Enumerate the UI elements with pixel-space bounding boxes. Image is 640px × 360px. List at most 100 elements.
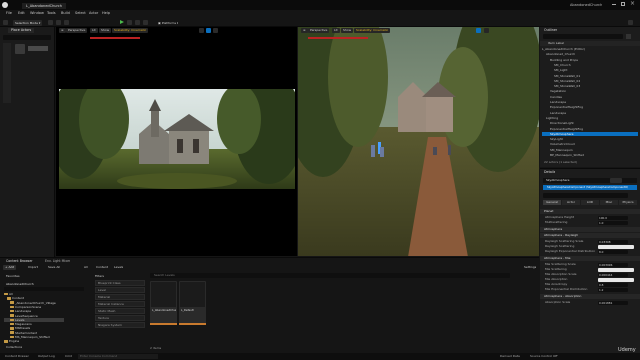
outliner-row[interactable]: Vegetation bbox=[542, 89, 638, 94]
content-drawer-button[interactable]: Content Drawer bbox=[5, 354, 29, 359]
outliner-row[interactable]: SM_Mannequin bbox=[542, 148, 638, 153]
details-tab[interactable]: General bbox=[543, 200, 561, 205]
property-value-field[interactable]: 1.0 bbox=[598, 220, 628, 225]
outliner-row[interactable]: SM_StoneWall_02 bbox=[542, 79, 638, 84]
place-actors-search[interactable] bbox=[3, 35, 51, 40]
content-browser-tab[interactable]: Content Browser bbox=[6, 259, 33, 264]
left-translate-icon[interactable] bbox=[199, 28, 204, 33]
right-viewport-menu-icon[interactable]: ≡ bbox=[301, 28, 308, 33]
outliner-row[interactable]: VolumetricCloud bbox=[542, 142, 638, 147]
details-search[interactable] bbox=[543, 193, 628, 198]
property-value-field[interactable]: 0.03308 bbox=[598, 239, 628, 244]
place-actors-title[interactable]: Place Actors bbox=[8, 28, 35, 33]
output-log-button[interactable]: Output Log bbox=[38, 354, 55, 359]
right-show-button[interactable]: Show bbox=[341, 28, 354, 33]
property-value-field[interactable]: 1.2 bbox=[598, 287, 628, 292]
right-rotate-icon[interactable] bbox=[476, 28, 481, 33]
outliner-row[interactable]: SkyAtmosphere bbox=[542, 131, 638, 137]
asset-search[interactable]: Search Levels bbox=[150, 273, 510, 278]
outliner-row[interactable]: Landscape bbox=[542, 111, 638, 116]
property-value-field[interactable] bbox=[598, 244, 634, 249]
details-tab[interactable]: Misc bbox=[600, 200, 618, 205]
outliner-row[interactable]: Lighting bbox=[542, 116, 638, 121]
import-button[interactable]: Import bbox=[28, 265, 38, 270]
env-light-mixer-tab[interactable]: Env. Light Mixer bbox=[45, 259, 70, 264]
left-show-button[interactable]: Show bbox=[99, 28, 112, 33]
outliner-title[interactable]: Outliner bbox=[544, 28, 557, 33]
save-icon[interactable] bbox=[3, 20, 8, 25]
outliner-row[interactable]: Building and Props bbox=[542, 58, 638, 63]
details-tab[interactable]: Actor bbox=[562, 200, 580, 205]
outliner-search[interactable] bbox=[543, 34, 623, 39]
outliner-row[interactable]: L_AbandonedChurch (Editor) bbox=[542, 47, 638, 52]
details-component-row[interactable]: SkyAtmosphereComponent (SkyAtmosphereCom… bbox=[543, 185, 637, 190]
path-all[interactable]: All bbox=[84, 265, 88, 270]
actor-item-highlight[interactable] bbox=[28, 46, 48, 51]
filter-item[interactable]: Niagara System bbox=[95, 322, 145, 328]
viewport-right[interactable]: ≡ Perspective Lit Show Scalability: Cine… bbox=[298, 27, 539, 256]
close-icon[interactable]: × bbox=[630, 0, 635, 7]
step-icon[interactable] bbox=[127, 20, 132, 25]
filter-item[interactable]: Texture bbox=[95, 315, 145, 321]
viewport-menu-icon[interactable]: ≡ bbox=[59, 28, 66, 33]
outliner-filter-icon[interactable] bbox=[626, 34, 631, 39]
left-rotate-icon[interactable] bbox=[206, 28, 211, 33]
derived-data-button[interactable]: Derived Data bbox=[500, 354, 520, 359]
left-lit-button[interactable]: Lit bbox=[90, 28, 98, 33]
right-lit-button[interactable]: Lit bbox=[332, 28, 340, 33]
asset-tile[interactable]: L_AbandonedChurch bbox=[150, 281, 177, 325]
menu-edit[interactable]: Edit bbox=[18, 11, 25, 15]
console-input[interactable]: Enter Console Command bbox=[78, 354, 158, 359]
blueprint-icon[interactable] bbox=[56, 20, 61, 25]
filter-item[interactable]: Static Mesh bbox=[95, 308, 145, 314]
details-section-header[interactable]: Atmosphere - Rayleigh bbox=[540, 233, 640, 238]
unreal-logo-icon[interactable] bbox=[2, 2, 8, 8]
outliner-row[interactable]: Candles bbox=[542, 95, 638, 100]
left-perspective-button[interactable]: Perspective bbox=[66, 28, 88, 33]
outliner-column-header[interactable]: Item Label bbox=[540, 41, 640, 46]
favorites-header[interactable]: Favorites bbox=[6, 274, 20, 278]
maximize-icon[interactable] bbox=[621, 2, 625, 6]
filter-item[interactable]: Material Instance bbox=[95, 301, 145, 307]
outliner-row[interactable]: SM_Church bbox=[542, 63, 638, 68]
viewport-left[interactable]: ≡ Perspective Lit Show Scalability: Cine… bbox=[56, 27, 297, 256]
property-value-field[interactable] bbox=[598, 277, 634, 282]
mode-selector[interactable]: Selection Mode ▾ bbox=[13, 19, 43, 26]
stop-icon[interactable] bbox=[135, 20, 140, 25]
cinematics-icon[interactable] bbox=[64, 20, 69, 25]
property-value-field[interactable]: 0.001881 bbox=[598, 300, 628, 305]
filter-item[interactable]: Level bbox=[95, 287, 145, 293]
asset-tile[interactable]: L_Default bbox=[179, 281, 206, 325]
save-all-button[interactable]: Save All bbox=[48, 265, 60, 270]
outliner-row[interactable]: ExponentialHeightFog bbox=[542, 105, 638, 110]
add-button[interactable]: + Add bbox=[3, 265, 17, 270]
menu-build[interactable]: Build bbox=[61, 11, 70, 15]
outliner-row[interactable]: DirectionalLight bbox=[542, 121, 638, 126]
menu-actor[interactable]: Actor bbox=[89, 11, 98, 15]
property-value-field[interactable]: 0.8 bbox=[598, 282, 628, 287]
project-header[interactable]: AbandonedChurch bbox=[6, 282, 34, 286]
menu-help[interactable]: Help bbox=[102, 11, 110, 15]
actor-category-list[interactable] bbox=[3, 43, 11, 103]
outliner-row[interactable]: Abandoned_Church bbox=[542, 52, 638, 57]
property-value-field[interactable]: 8.0 bbox=[598, 249, 628, 254]
outliner-row[interactable]: SM_StoneWall_01 bbox=[542, 74, 638, 79]
platforms-button[interactable]: ▣ Platforms ▾ bbox=[158, 20, 178, 26]
path-levels[interactable]: Levels bbox=[114, 265, 123, 270]
menu-select[interactable]: Select bbox=[75, 11, 86, 15]
cmd-button[interactable]: Cmd bbox=[65, 354, 72, 359]
details-title[interactable]: Details bbox=[544, 170, 555, 175]
menu-window[interactable]: Window bbox=[30, 11, 44, 15]
menu-file[interactable]: File bbox=[6, 11, 12, 15]
property-value-field[interactable] bbox=[598, 267, 634, 272]
settings-icon[interactable] bbox=[628, 20, 633, 25]
outliner-row[interactable]: SM_StoneWall_03 bbox=[542, 84, 638, 89]
filter-item[interactable]: Material bbox=[95, 294, 145, 300]
actor-thumbnail[interactable] bbox=[15, 44, 25, 54]
add-component-button[interactable] bbox=[610, 178, 622, 183]
source-control-button[interactable]: Source Control Off bbox=[530, 354, 557, 359]
details-section-header[interactable]: Atmosphere - Absorption bbox=[540, 294, 640, 299]
property-value-field[interactable]: 100.0 bbox=[598, 215, 628, 220]
outliner-row[interactable]: BP_Mannequin_Shifted bbox=[542, 153, 638, 158]
menu-tools[interactable]: Tools bbox=[47, 11, 56, 15]
